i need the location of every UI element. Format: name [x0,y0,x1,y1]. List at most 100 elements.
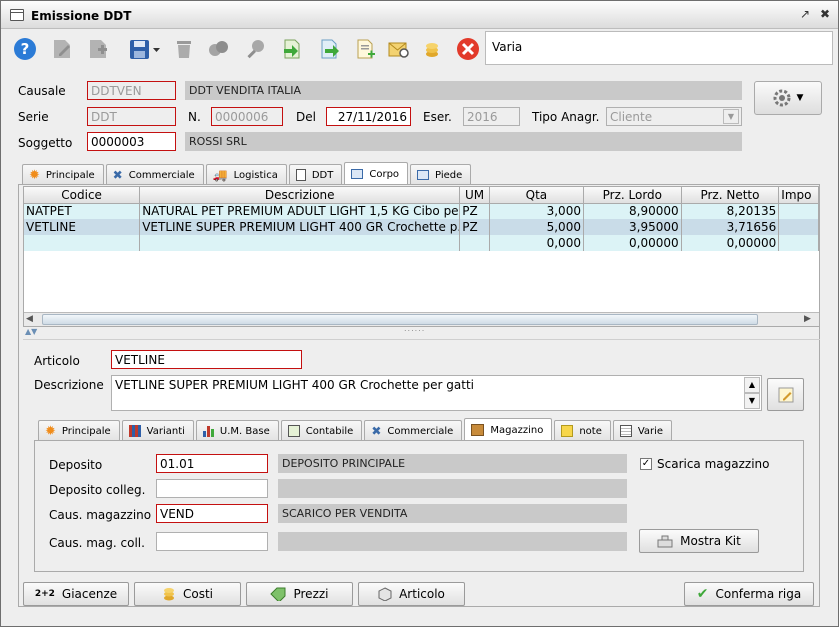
export-icon[interactable] [317,37,341,61]
restore-icon[interactable]: ↗ [798,7,812,21]
caus-mag-coll-field[interactable] [156,532,268,551]
cell-codice[interactable]: VETLINE [24,219,141,235]
col-um[interactable]: UM [459,187,490,204]
subtab-magazzino[interactable]: Magazzino [464,418,553,441]
delete-icon[interactable] [172,37,196,61]
help-icon[interactable]: ? [13,37,37,61]
scarica-magazzino-checkbox[interactable]: ✓ [640,458,652,470]
prezzi-label: Prezzi [293,587,329,601]
tab-logistica[interactable]: 🚚 Logistica [205,164,287,185]
cell-impo[interactable] [778,235,819,251]
date-field[interactable]: 27/11/2016 [326,107,411,126]
cell-prz-lordo[interactable]: 3,95000 [583,219,682,235]
scroll-left-icon[interactable]: ◀ [26,314,33,324]
tab-piede[interactable]: Piede [410,164,472,185]
coins-icon[interactable] [421,37,445,61]
deposito-label: Deposito [49,458,103,472]
cell-codice[interactable]: NATPET [24,203,141,219]
save-icon[interactable] [127,37,163,61]
link-icon[interactable] [206,37,230,61]
col-qta[interactable]: Qta [489,187,584,204]
new-document-icon[interactable] [86,37,110,61]
deposito-field[interactable]: 01.01 [156,454,268,473]
tab-principale[interactable]: ✹ Principale [22,164,104,185]
cell-impo[interactable] [778,203,819,219]
cell-descrizione[interactable]: NATURAL PET PREMIUM ADULT LIGHT 1,5 KG C… [139,203,461,219]
cell-prz-netto[interactable]: 0,00000 [681,235,780,251]
search-icon[interactable] [244,37,268,61]
table-row[interactable]: VETLINE VETLINE SUPER PREMIUM LIGHT 400 … [24,219,819,235]
sun-icon: ✹ [29,167,40,183]
scroll-right-icon[interactable]: ▶ [804,314,811,324]
mostra-kit-button[interactable]: Mostra Kit [639,529,759,553]
cell-qta[interactable]: 3,000 [489,203,584,219]
cell-prz-lordo[interactable]: 8,90000 [583,203,682,219]
cell-qta[interactable]: 5,000 [489,219,584,235]
tab-commerciale[interactable]: ✖ Commerciale [105,164,204,185]
soggetto-code-field[interactable]: 0000003 [87,132,176,151]
sum-icon: 2+2 [34,589,55,599]
descrizione-textarea[interactable]: VETLINE SUPER PREMIUM LIGHT 400 GR Croch… [111,375,762,411]
numero-field[interactable]: 0000006 [211,107,283,126]
serie-field[interactable]: DDT [87,107,176,126]
subtab-contabile[interactable]: Contabile [280,420,363,441]
tools-icon: ✖ [112,168,123,182]
deposito-desc: DEPOSITO PRINCIPALE [278,454,627,473]
subtab-varianti[interactable]: Varianti [121,420,194,441]
cell-um[interactable]: PZ [459,203,490,219]
subtab-principale[interactable]: ✹ Principale [38,420,120,441]
subtab-commerciale[interactable]: ✖ Commerciale [364,420,463,441]
add-document-icon[interactable] [353,37,377,61]
cell-um[interactable]: PZ [459,219,490,235]
subtab-um-base[interactable]: U.M. Base [195,420,279,441]
esercizio-field: 2016 [463,107,520,126]
checkmark-icon: ✔ [696,586,709,602]
edit-note-button[interactable] [767,378,804,411]
varia-field[interactable]: Varia [485,31,833,65]
tipo-anagr-select[interactable]: Cliente ▼ [606,107,742,126]
close-window-icon[interactable]: ✖ [818,7,832,21]
subtab-varie[interactable]: Varie [612,420,673,441]
splitter-arrows-icon[interactable]: ▲▼ [25,327,37,336]
mail-search-icon[interactable] [387,37,411,61]
cell-descrizione[interactable] [139,235,461,251]
articolo-field[interactable]: VETLINE [111,350,302,369]
prezzi-button[interactable]: Prezzi [246,582,353,606]
tab-ddt[interactable]: DDT [288,164,343,185]
col-prz-netto[interactable]: Prz. Netto [681,187,780,204]
cell-qta[interactable]: 0,000 [489,235,584,251]
cell-codice[interactable] [24,235,141,251]
causale-code-field[interactable]: DDTVEN [87,81,176,100]
cell-impo[interactable] [778,219,819,235]
articolo-button-label: Articolo [399,587,445,601]
conferma-riga-button[interactable]: ✔ Conferma riga [684,582,814,606]
deposito-colleg-field[interactable] [156,479,268,498]
soggetto-desc: ROSSI SRL [185,132,742,151]
scroll-up-icon[interactable]: ▲ [744,377,760,393]
table-row[interactable]: NATPET NATURAL PET PREMIUM ADULT LIGHT 1… [24,203,819,219]
articolo-button[interactable]: Articolo [358,582,465,606]
col-codice[interactable]: Codice [24,187,141,204]
cancel-icon[interactable] [456,37,480,61]
subtab-note[interactable]: note [554,420,611,441]
col-descrizione[interactable]: Descrizione [139,187,461,204]
col-impo[interactable]: Impo [778,187,819,204]
edit-document-icon[interactable] [50,37,74,61]
costi-button[interactable]: Costi [134,582,241,606]
gear-icon [773,89,791,107]
cell-prz-netto[interactable]: 8,20135 [681,203,780,219]
scroll-thumb[interactable] [42,314,758,325]
col-prz-lordo[interactable]: Prz. Lordo [583,187,682,204]
settings-menu-button[interactable]: ▼ [754,81,822,115]
tab-corpo[interactable]: Corpo [344,162,409,185]
giacenze-button[interactable]: 2+2 Giacenze [23,582,129,606]
splitter-handle[interactable]: ...... [404,324,425,333]
cell-prz-netto[interactable]: 3,71656 [681,219,780,235]
table-row[interactable]: 0,000 0,00000 0,00000 [24,235,819,251]
scroll-down-icon[interactable]: ▼ [744,393,760,409]
cell-prz-lordo[interactable]: 0,00000 [583,235,682,251]
cell-um[interactable] [459,235,490,251]
caus-magazzino-field[interactable]: VEND [156,504,268,523]
import-icon[interactable] [280,37,304,61]
cell-descrizione[interactable]: VETLINE SUPER PREMIUM LIGHT 400 GR Croch… [139,219,461,235]
